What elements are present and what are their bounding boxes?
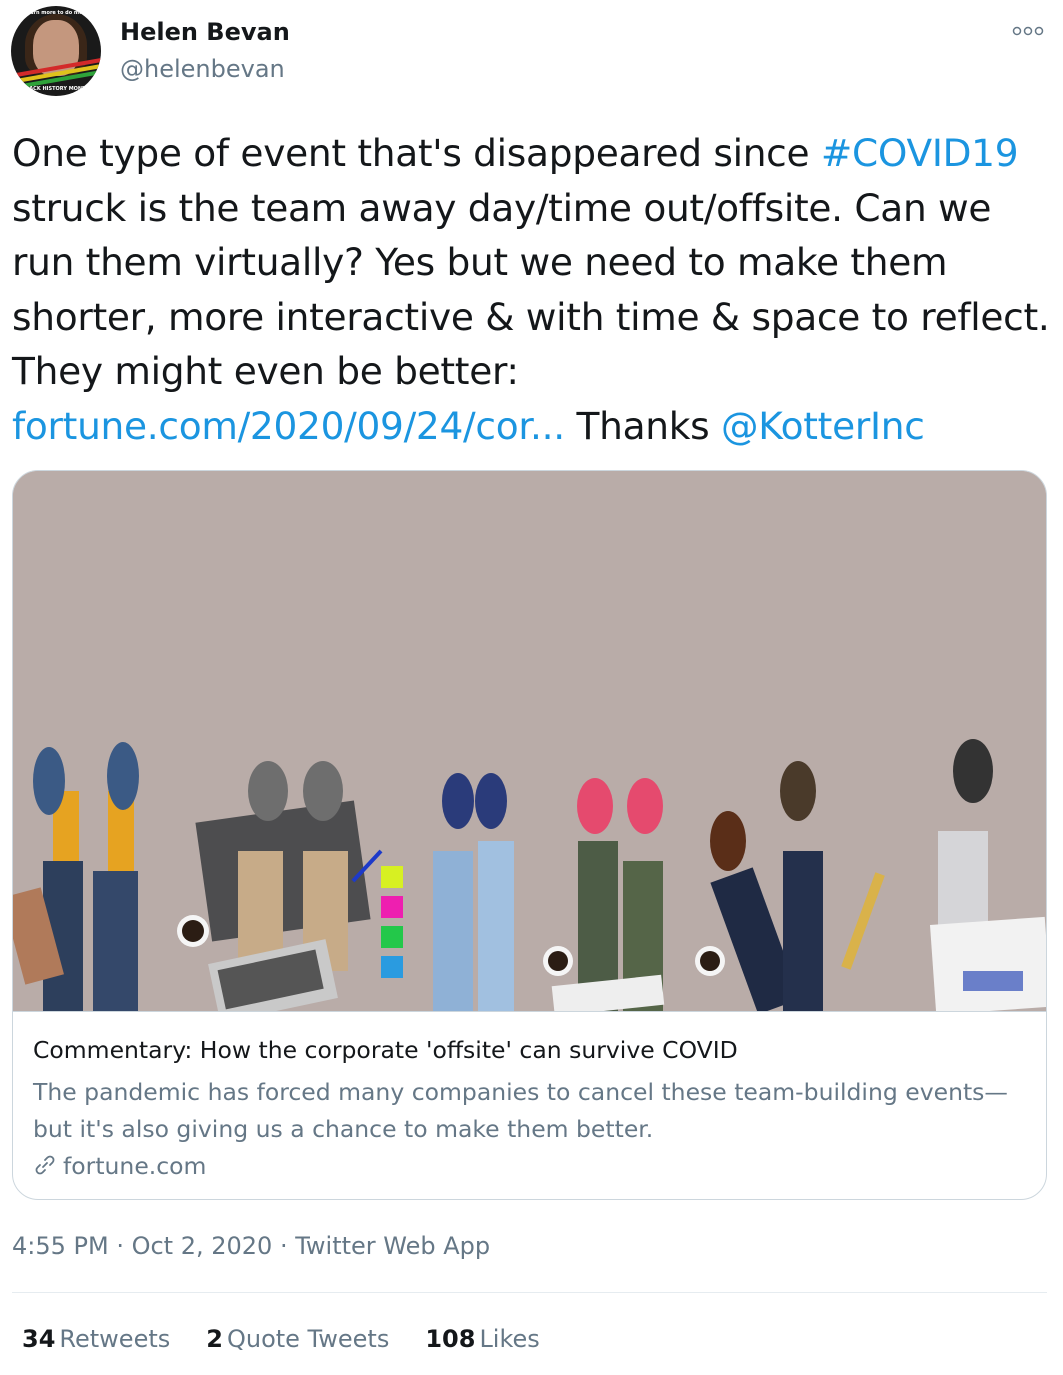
avatar-text-top: Learn more to do more xyxy=(23,10,89,16)
likes-count: 108 xyxy=(425,1325,476,1353)
card-image[interactable] xyxy=(13,471,1046,1011)
retweets-label: Retweets xyxy=(59,1325,171,1353)
quotes-count: 2 xyxy=(206,1325,223,1353)
tweet-text: One type of event that's disappeared sin… xyxy=(12,126,1052,453)
card-domain[interactable]: fortune.com xyxy=(33,1152,206,1183)
link-icon xyxy=(33,1153,57,1183)
tweet-text-part: One type of event that's disappeared sin… xyxy=(12,131,821,175)
divider xyxy=(12,1292,1047,1293)
card-domain-text: fortune.com xyxy=(63,1152,207,1180)
retweets-stat[interactable]: 34 Retweets xyxy=(22,1325,170,1353)
link-card[interactable]: Commentary: How the corporate 'offsite' … xyxy=(12,470,1047,1200)
user-name[interactable]: Helen Bevan xyxy=(120,18,290,46)
tweet-text-part: Thanks xyxy=(564,403,722,448)
more-options-icon[interactable] xyxy=(1012,22,1044,43)
likes-label: Likes xyxy=(479,1325,540,1353)
tweet-time[interactable]: 4:55 PM xyxy=(12,1232,109,1260)
meta-separator: · xyxy=(108,1232,132,1260)
avatar[interactable]: Learn more to do more BLACK HISTORY MONT… xyxy=(11,6,101,96)
user-handle[interactable]: @helenbevan xyxy=(120,55,285,83)
retweets-count: 34 xyxy=(22,1325,56,1353)
hashtag-link[interactable]: #COVID19 xyxy=(821,131,1019,175)
meta-separator: · xyxy=(272,1232,296,1260)
quotes-label: Quote Tweets xyxy=(226,1325,390,1353)
url-link[interactable]: fortune.com/2020/09/24/cor... xyxy=(12,404,565,448)
mention-link[interactable]: @KotterInc xyxy=(721,404,925,448)
quote-tweets-stat[interactable]: 2 Quote Tweets xyxy=(206,1325,389,1353)
tweet-meta: 4:55 PM · Oct 2, 2020 · Twitter Web App xyxy=(12,1232,490,1260)
card-body[interactable]: Commentary: How the corporate 'offsite' … xyxy=(13,1011,1046,1199)
card-title[interactable]: Commentary: How the corporate 'offsite' … xyxy=(33,1036,738,1064)
tweet-date[interactable]: Oct 2, 2020 xyxy=(132,1232,273,1260)
likes-stat[interactable]: 108 Likes xyxy=(425,1325,539,1353)
card-description: The pandemic has forced many companies t… xyxy=(33,1078,1008,1143)
avatar-text-bottom: BLACK HISTORY MONTH xyxy=(22,86,90,92)
tweet-text-part: struck is the team away day/time out/off… xyxy=(12,185,1050,394)
tweet-stats: 34 Retweets 2 Quote Tweets 108 Likes xyxy=(22,1325,540,1353)
tweet-source[interactable]: Twitter Web App xyxy=(295,1232,490,1260)
